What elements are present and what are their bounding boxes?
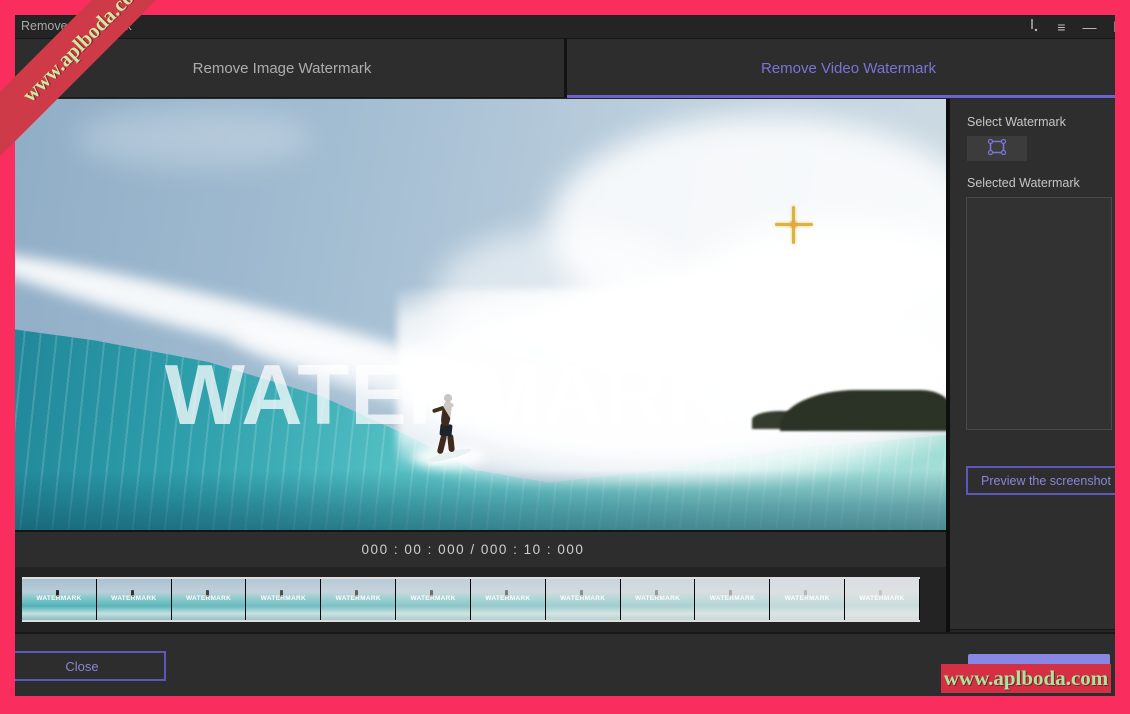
video-preview[interactable]: WATERMARK xyxy=(0,99,946,530)
filmstrip-thumbnail[interactable]: WATERMARK xyxy=(97,579,172,620)
close-button[interactable]: Close xyxy=(0,651,166,681)
filmstrip-thumbnail[interactable]: WATERMARK xyxy=(695,579,770,620)
minimize-icon[interactable]: — xyxy=(1082,15,1096,39)
thumbnail-watermark-text: WATERMARK xyxy=(97,595,171,602)
filmstrip-thumbnail[interactable]: WATERMARK xyxy=(321,579,396,620)
video-watermark-text: WATERMARK xyxy=(0,347,920,445)
marquee-selection-icon xyxy=(986,138,1008,159)
thumbnail-watermark-text: WATERMARK xyxy=(621,595,695,602)
thumbnail-watermark-text: WATERMARK xyxy=(321,595,395,602)
filmstrip-thumbnail[interactable]: WATERMARK xyxy=(396,579,471,620)
active-tab-underline xyxy=(567,95,1130,98)
selected-watermark-list[interactable] xyxy=(966,197,1112,430)
timecode: 000 : 00 : 000 / 000 : 10 : 000 xyxy=(362,542,585,557)
watermark-side-panel: Select Watermark Selected Watermark Prev… xyxy=(950,99,1130,630)
site-watermark-bottom: www.aplboda.com xyxy=(941,664,1111,693)
filmstrip-band: WATERMARK WATERMARK WATERMARK WATERMARK … xyxy=(0,567,946,632)
tab-label: Remove Image Watermark xyxy=(193,60,372,77)
tab-remove-video-watermark[interactable]: Remove Video Watermark xyxy=(567,39,1130,98)
select-watermark-label: Select Watermark xyxy=(967,115,1066,129)
foreground-water xyxy=(0,470,946,530)
thumbnail-watermark-text: WATERMARK xyxy=(845,595,919,602)
filmstrip-thumbnail[interactable]: WATERMARK xyxy=(471,579,546,620)
timeline-bar: 000 : 00 : 000 / 000 : 10 : 000 xyxy=(0,530,946,567)
select-watermark-button[interactable] xyxy=(967,136,1027,161)
cloud xyxy=(76,108,313,168)
filmstrip-thumbnail[interactable]: WATERMARK xyxy=(845,579,920,620)
filmstrip-thumbnail[interactable]: WATERMARK xyxy=(621,579,696,620)
thumbnail-watermark-text: WATERMARK xyxy=(396,595,470,602)
preview-screenshot-button[interactable]: Preview the screenshot xyxy=(966,466,1126,495)
thumbnail-watermark-text: WATERMARK xyxy=(246,595,320,602)
filmstrip-thumbnail[interactable]: WATERMARK xyxy=(546,579,621,620)
window-controls: ≡ — ❒ xyxy=(1028,15,1126,39)
thumbnail-watermark-text: WATERMARK xyxy=(695,595,769,602)
frame-border xyxy=(0,0,1130,15)
filmstrip-thumbnail[interactable]: WATERMARK xyxy=(246,579,321,620)
filmstrip-thumbnail[interactable]: WATERMARK xyxy=(172,579,247,620)
filmstrip-thumbnail[interactable]: WATERMARK xyxy=(22,579,97,620)
frame-border xyxy=(0,696,1130,714)
app-window: Remove Watermark ≡ — ❒ Remove Image Wate… xyxy=(0,0,1130,714)
menu-icon[interactable]: ≡ xyxy=(1057,15,1065,39)
tab-label: Remove Video Watermark xyxy=(761,60,936,77)
selected-watermark-label: Selected Watermark xyxy=(967,176,1080,190)
filmstrip-thumbnail[interactable]: WATERMARK xyxy=(770,579,845,620)
maximize-icon[interactable]: ❒ xyxy=(1113,15,1126,39)
thumbnail-watermark-text: WATERMARK xyxy=(770,595,844,602)
cursor-icon[interactable] xyxy=(1028,15,1040,39)
thumbnail-watermark-text: WATERMARK xyxy=(172,595,246,602)
tab-bar: Remove Image Watermark Remove Video Wate… xyxy=(0,39,1130,98)
thumbnail-watermark-text: WATERMARK xyxy=(471,595,545,602)
filmstrip[interactable]: WATERMARK WATERMARK WATERMARK WATERMARK … xyxy=(22,577,920,622)
thumbnail-watermark-text: WATERMARK xyxy=(22,595,96,602)
thumbnail-watermark-text: WATERMARK xyxy=(546,595,620,602)
crosshair-cursor-icon xyxy=(775,206,813,244)
titlebar: Remove Watermark ≡ — ❒ xyxy=(0,15,1130,39)
